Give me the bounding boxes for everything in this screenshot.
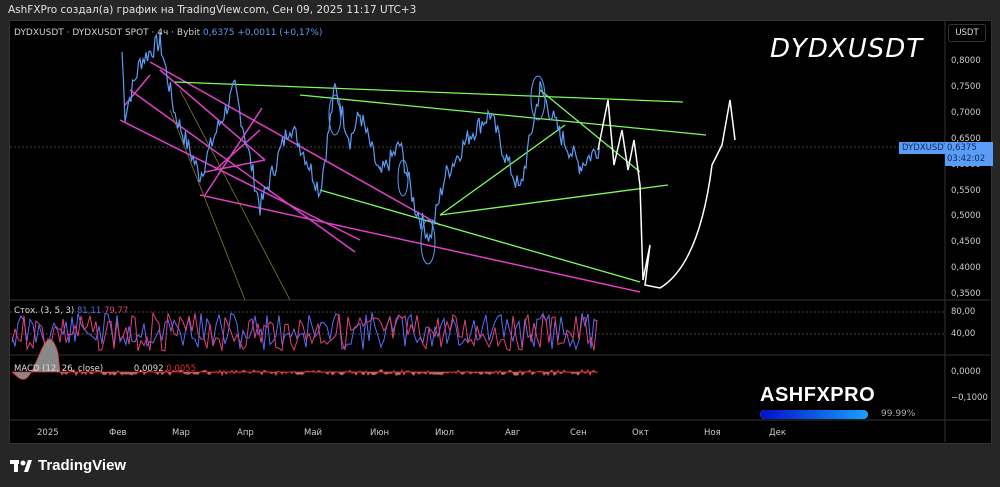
price-axis-label: 0,5500 bbox=[951, 185, 981, 196]
forecast-path bbox=[597, 99, 736, 289]
price-axis-label: 0,7000 bbox=[951, 107, 981, 118]
trendline-green bbox=[319, 189, 641, 283]
price-axis-label: 0,4500 bbox=[951, 237, 981, 248]
price-axis-label: 0,5000 bbox=[951, 211, 981, 222]
time-axis-label: Дек bbox=[769, 428, 787, 438]
stoch-d: 79,77 bbox=[103, 306, 129, 316]
time-axis-label: Май bbox=[304, 428, 323, 438]
time-axis-label: Мар bbox=[172, 428, 190, 438]
macd-legend[interactable]: MACD (12, 26, close) 0,0092 0,0055 bbox=[14, 364, 196, 374]
trendline-magenta bbox=[204, 159, 266, 173]
price-axis-label: 0,7500 bbox=[951, 81, 981, 92]
price-tag: 0,6375 03:42:02 bbox=[945, 142, 993, 166]
macd-axis-neg: −0,1000 bbox=[951, 393, 988, 403]
stoch-k: 81,11 bbox=[76, 306, 102, 316]
price-tag-value: 0,6375 bbox=[947, 143, 977, 153]
stoch-label: Стох. (3, 5, 3) bbox=[14, 306, 75, 316]
symbol-legend[interactable]: DYDXUSDT · DYDXUSDT SPOT · 4ч · Bybit 0,… bbox=[14, 28, 322, 38]
stochastic-pane bbox=[11, 311, 598, 352]
price-axis-label: 0,3500 bbox=[951, 289, 981, 300]
stoch-axis-40: 40,00 bbox=[951, 329, 976, 339]
macd-signal: 0,0055 bbox=[166, 364, 197, 374]
fib-line bbox=[179, 89, 291, 301]
stoch-legend[interactable]: Стох. (3, 5, 3) 81,11 79,77 bbox=[14, 306, 128, 316]
tradingview-logo[interactable]: TradingView bbox=[10, 457, 126, 474]
fib-line bbox=[169, 109, 246, 301]
time-axis-label: Июл bbox=[435, 428, 454, 438]
brand-progress-bar bbox=[760, 410, 868, 419]
trendline-green bbox=[174, 81, 684, 103]
time-axis-label: Июн bbox=[370, 428, 390, 438]
price-axis-label: 0,4000 bbox=[951, 263, 981, 274]
trendline-magenta bbox=[199, 194, 641, 293]
price-change: +0,0011 (+0,17%) bbox=[237, 28, 323, 38]
brand-progress-label: 99.99% bbox=[881, 409, 916, 419]
tradingview-logo-icon bbox=[10, 459, 32, 472]
pane-dividers bbox=[10, 20, 990, 442]
last-price: 0,6375 bbox=[203, 28, 235, 38]
bar-countdown: 03:42:02 bbox=[947, 154, 986, 164]
tradingview-wordmark: TradingView bbox=[38, 457, 127, 474]
trendline-green bbox=[439, 184, 669, 216]
price-axis-label: 0,8000 bbox=[951, 56, 981, 66]
time-axis-label: 2025 bbox=[37, 428, 59, 438]
symbol-title: DYDXUSDT · DYDXUSDT SPOT · 4ч · Bybit bbox=[14, 28, 201, 38]
symbol-watermark: DYDXUSDT bbox=[770, 34, 924, 64]
macd-label: MACD (12, 26, close) bbox=[14, 364, 104, 374]
time-axis-label: Сен bbox=[570, 428, 587, 438]
highlight-ellipse bbox=[530, 75, 546, 121]
highlight-ellipse bbox=[397, 159, 409, 197]
time-axis-label: Апр bbox=[237, 428, 254, 438]
time-axis-label: Ноя bbox=[704, 428, 721, 438]
macd-value: 0,0092 bbox=[133, 364, 164, 374]
drawings bbox=[119, 61, 736, 301]
brand-logo: ASHFXPRO bbox=[760, 384, 876, 406]
time-axis-label: Авг bbox=[505, 428, 521, 438]
time-axis-label: Фев bbox=[109, 428, 127, 438]
macd-axis-0: 0,0000 bbox=[951, 367, 981, 377]
stoch-axis-80: 80,00 bbox=[951, 307, 976, 317]
currency-button[interactable]: USDT bbox=[948, 24, 986, 42]
time-axis-label: Окт bbox=[632, 428, 649, 438]
